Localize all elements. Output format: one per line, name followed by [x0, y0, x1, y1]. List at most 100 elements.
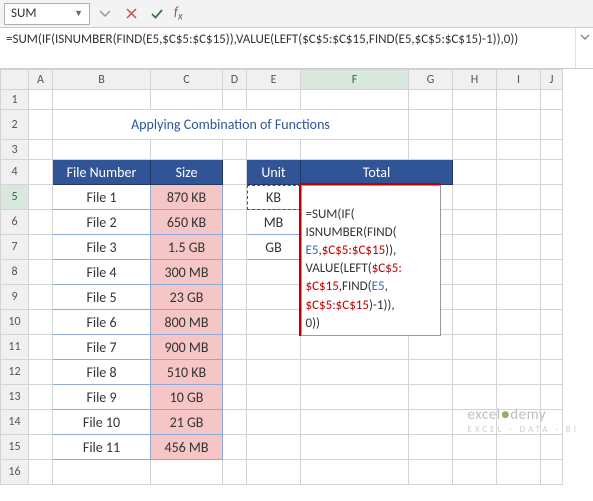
grid-row[interactable]: 15 File 11456 MB — [1, 435, 563, 460]
cell[interactable] — [497, 235, 541, 260]
file-number-cell[interactable]: File 5 — [53, 285, 151, 310]
cell[interactable] — [453, 140, 497, 160]
size-cell[interactable]: 650 KB — [151, 210, 223, 235]
formula-bar[interactable]: =SUM(IF(ISNUMBER(FIND(E5,$C$5:$C$15)),VA… — [0, 28, 575, 68]
expand-formula-bar-icon[interactable] — [575, 28, 593, 68]
cell[interactable] — [497, 90, 541, 110]
cell[interactable] — [29, 435, 53, 460]
col-header[interactable]: G — [409, 70, 453, 90]
cell[interactable] — [247, 335, 301, 360]
header-total[interactable]: Total — [301, 160, 453, 185]
grid-row[interactable]: 10File 6800 MB — [1, 310, 563, 335]
select-all-corner[interactable] — [1, 70, 29, 90]
cell[interactable] — [453, 460, 497, 485]
cell[interactable] — [247, 260, 301, 285]
unit-cell[interactable]: KB — [247, 185, 301, 210]
row-header[interactable]: 16 — [1, 460, 29, 485]
col-header[interactable]: E — [247, 70, 301, 90]
size-cell[interactable]: 1.5 GB — [151, 235, 223, 260]
cell[interactable] — [541, 110, 563, 140]
cell[interactable] — [541, 235, 563, 260]
cell[interactable] — [223, 460, 247, 485]
cell[interactable] — [541, 435, 563, 460]
grid-row[interactable]: 1 — [1, 90, 563, 110]
cell[interactable] — [223, 385, 247, 410]
grid-row[interactable]: 11File 7900 MB — [1, 335, 563, 360]
grid-row[interactable]: 16 — [1, 460, 563, 485]
cell[interactable] — [409, 360, 453, 385]
cell[interactable] — [497, 460, 541, 485]
size-cell[interactable]: 870 KB — [151, 185, 223, 210]
size-cell[interactable]: 21 GB — [151, 410, 223, 435]
cell[interactable] — [223, 140, 247, 160]
cell[interactable] — [541, 185, 563, 210]
cell[interactable] — [29, 385, 53, 410]
unit-cell[interactable]: MB — [247, 210, 301, 235]
row-header[interactable]: 3 — [1, 140, 29, 160]
cell[interactable] — [541, 335, 563, 360]
cell[interactable] — [453, 235, 497, 260]
cell[interactable] — [541, 310, 563, 335]
grid-row[interactable]: 5File 1870 KBKB — [1, 185, 563, 210]
grid-row[interactable]: 6File 2650 KBMB — [1, 210, 563, 235]
cell[interactable] — [497, 335, 541, 360]
file-number-cell[interactable]: File 10 — [53, 410, 151, 435]
cell[interactable] — [53, 90, 151, 110]
fx-icon[interactable]: fx — [174, 5, 183, 23]
file-number-cell[interactable]: File 6 — [53, 310, 151, 335]
cell[interactable] — [247, 90, 301, 110]
cell[interactable] — [247, 285, 301, 310]
cell[interactable] — [497, 435, 541, 460]
unit-cell[interactable]: GB — [247, 235, 301, 260]
cell[interactable] — [247, 310, 301, 335]
cell[interactable] — [541, 140, 563, 160]
cell[interactable] — [247, 435, 301, 460]
cell[interactable] — [223, 185, 247, 210]
col-header[interactable]: D — [223, 70, 247, 90]
cell[interactable] — [541, 90, 563, 110]
cell[interactable] — [497, 160, 541, 185]
cell[interactable] — [223, 160, 247, 185]
row-header[interactable]: 7 — [1, 235, 29, 260]
cell[interactable] — [541, 460, 563, 485]
cell[interactable] — [453, 335, 497, 360]
cell[interactable] — [223, 410, 247, 435]
cell[interactable] — [453, 360, 497, 385]
row-header[interactable]: 6 — [1, 210, 29, 235]
cell[interactable] — [223, 90, 247, 110]
cell[interactable] — [301, 335, 409, 360]
cell[interactable] — [497, 260, 541, 285]
header-size[interactable]: Size — [151, 160, 223, 185]
row-header[interactable]: 15 — [1, 435, 29, 460]
size-cell[interactable]: 456 MB — [151, 435, 223, 460]
cell[interactable] — [151, 140, 223, 160]
grid-row[interactable]: 7File 31.5 GBGB — [1, 235, 563, 260]
cell[interactable] — [301, 360, 409, 385]
grid-row[interactable]: 2Applying Combination of Functions — [1, 110, 563, 140]
row-header[interactable]: 1 — [1, 90, 29, 110]
row-header[interactable]: 8 — [1, 260, 29, 285]
cell[interactable] — [453, 260, 497, 285]
col-header[interactable]: J — [541, 70, 563, 90]
cell[interactable] — [497, 140, 541, 160]
cell[interactable] — [223, 260, 247, 285]
cell[interactable] — [29, 140, 53, 160]
grid-row[interactable]: 4File NumberSizeUnitTotal — [1, 160, 563, 185]
cell[interactable] — [301, 140, 409, 160]
chevron-down-icon[interactable]: ▼ — [74, 8, 83, 19]
cell[interactable] — [29, 460, 53, 485]
cell[interactable] — [223, 335, 247, 360]
cell[interactable] — [223, 285, 247, 310]
cell[interactable] — [301, 90, 409, 110]
row-header[interactable]: 4 — [1, 160, 29, 185]
cell[interactable] — [409, 90, 453, 110]
row-header[interactable]: 11 — [1, 335, 29, 360]
row-header[interactable]: 5 — [1, 185, 29, 210]
cell[interactable] — [151, 460, 223, 485]
file-number-cell[interactable]: File 11 — [53, 435, 151, 460]
cell[interactable] — [453, 185, 497, 210]
cell[interactable] — [409, 110, 453, 140]
grid-row[interactable]: 8File 4300 MB — [1, 260, 563, 285]
cell[interactable] — [151, 90, 223, 110]
cell[interactable] — [541, 360, 563, 385]
